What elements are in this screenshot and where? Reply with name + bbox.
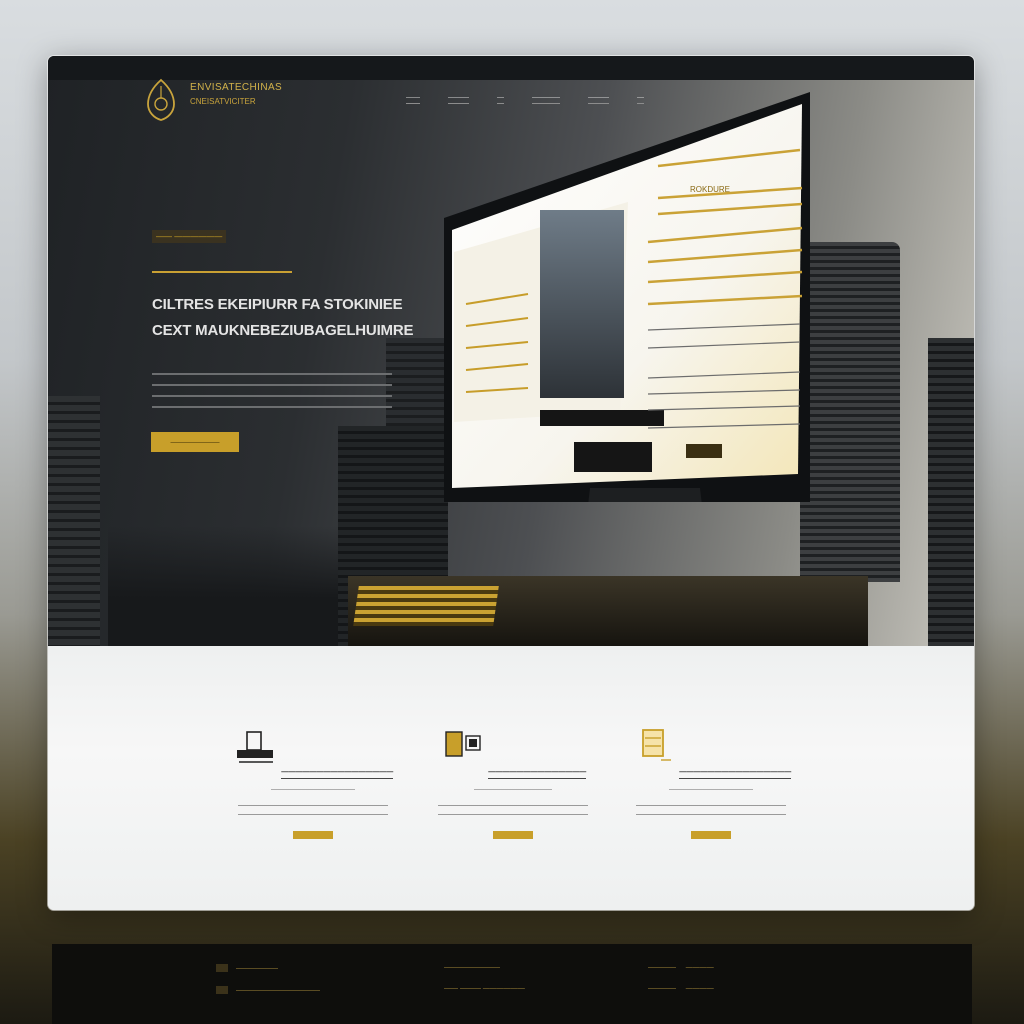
building-icon <box>236 731 273 763</box>
text-line <box>152 384 392 386</box>
footer-link[interactable]: —————— <box>216 964 320 972</box>
hero-headline-line-2: CEXT MAUKNEBEZIUBAGELHUIMRE <box>152 322 414 339</box>
footer-link[interactable]: ———————————— <box>216 986 320 994</box>
hero-cta-button[interactable]: ——————— <box>151 432 239 452</box>
feature-title-2: —————————————— <box>488 769 587 779</box>
far-right-skyscraper <box>928 338 974 646</box>
feature-subtitle-3: —————————————— <box>669 787 753 793</box>
text-line <box>438 805 588 806</box>
text-line <box>152 395 392 397</box>
desktop-monitor: ROKDURE <box>444 92 810 502</box>
screen-button-2 <box>574 442 652 472</box>
feature-card-1: ———————————————— —————————————— <box>228 726 398 844</box>
screen-button-1 <box>540 410 664 426</box>
feature-button-2[interactable] <box>493 831 533 839</box>
feature-card-2: —————————————— ————————————— <box>428 726 598 844</box>
feature-title-3: ———————————————— <box>679 769 792 779</box>
feature-title-1: ———————————————— <box>281 769 394 779</box>
feature-card-3: ———————————————— —————————————— <box>626 726 796 844</box>
footer-col-3: ———— ———— ———— ———— <box>648 964 714 1006</box>
footer-col-2: ———————— —— ——— —————— <box>444 964 525 1006</box>
footer-link[interactable]: ———————— <box>444 964 525 971</box>
document-icon <box>445 731 481 757</box>
hero-eyebrow: —— —————— <box>152 230 227 243</box>
right-skyscraper <box>800 242 900 582</box>
gold-divider <box>152 271 292 273</box>
feature-subtitle-2: ————————————— <box>474 787 552 793</box>
top-bar <box>48 56 974 80</box>
gold-keyboard <box>353 586 499 626</box>
hero-headline: CILTRES EKEIPIURR FA STOKINIEE CEXT MAUK… <box>152 292 442 344</box>
brand-block: ENVISATECHINAS CNEISATVICITER <box>190 82 282 106</box>
text-line <box>636 805 786 806</box>
text-line <box>438 814 588 815</box>
brand-tagline: CNEISATVICITER <box>190 97 256 106</box>
feature-subtitle-1: —————————————— <box>271 787 355 793</box>
box-icon <box>641 729 671 761</box>
footer-link[interactable]: —— ——— —————— <box>444 985 525 992</box>
brand-logo-icon[interactable] <box>146 78 176 122</box>
footer-link[interactable]: ———— ———— <box>648 985 714 992</box>
hero-section: ENVISATECHINAS CNEISATVICITER —— ——— — —… <box>48 56 974 646</box>
left-skyscraper <box>48 396 100 646</box>
feature-button-1[interactable] <box>293 831 333 839</box>
feature-text-3 <box>636 805 786 815</box>
feature-text-1 <box>238 805 388 815</box>
screen-mini-button <box>686 444 722 458</box>
text-line <box>152 406 392 408</box>
features-section: ———————————————— —————————————— ————————… <box>48 646 974 910</box>
brand-name[interactable]: ENVISATECHINAS <box>190 82 282 93</box>
footer-col-1: —————— ———————————— <box>216 964 320 1008</box>
feature-text-2 <box>438 805 588 815</box>
hero-headline-line-1: CILTRES EKEIPIURR FA STOKINIEE <box>152 296 403 313</box>
text-line <box>152 373 392 375</box>
text-line <box>636 814 786 815</box>
text-line <box>238 805 388 806</box>
footer-link[interactable]: ———— ———— <box>648 964 714 971</box>
text-line <box>238 814 388 815</box>
feature-button-3[interactable] <box>691 831 731 839</box>
nav-item-1[interactable]: —— <box>406 94 420 104</box>
hero-body-text <box>152 364 392 417</box>
city-photo-icon <box>540 210 624 398</box>
footer-bar: —————— ———————————— ———————— —— ——— ————… <box>52 944 972 1024</box>
website-mockup-frame: ENVISATECHINAS CNEISATVICITER —— ——— — —… <box>48 56 974 910</box>
